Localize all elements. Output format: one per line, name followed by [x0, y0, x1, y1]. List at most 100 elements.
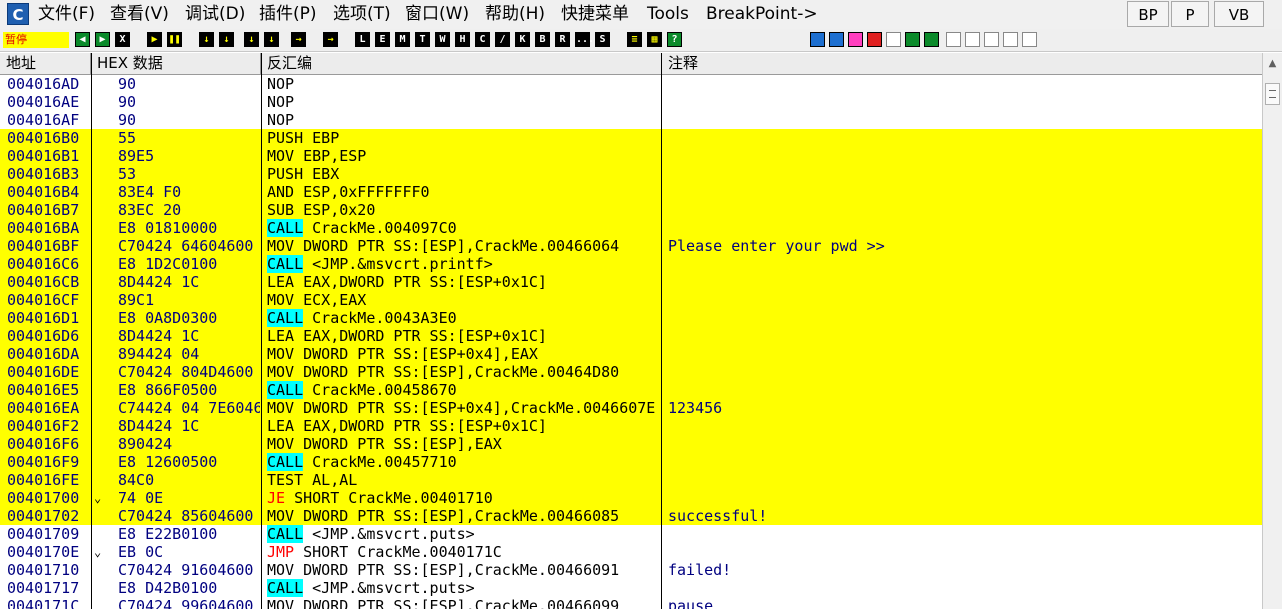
disasm-row[interactable]: 004016EA C74424 04 7E604600 MOV DWORD PTR …: [0, 399, 1262, 417]
references-window-icon[interactable]: R: [555, 32, 570, 47]
disasm-row[interactable]: 004016AF 90 NOP: [0, 111, 1262, 129]
help-icon[interactable]: ?: [667, 32, 682, 47]
menu-plugins[interactable]: 插件(P): [259, 3, 317, 25]
disasm-row[interactable]: 004016B1 89E5 MOV EBP,ESP: [0, 147, 1262, 165]
comment-column-header[interactable]: 注释: [662, 53, 1262, 74]
terminate-icon[interactable]: X: [115, 32, 130, 47]
disasm-row[interactable]: 004016D1 E8 0A8D0300 CALL CrackMe.0043A3E0: [0, 309, 1262, 327]
disasm-row[interactable]: 004016B3 53 PUSH EBX: [0, 165, 1262, 183]
row-comment: [668, 471, 1258, 489]
cpu-window-icon[interactable]: C: [475, 32, 490, 47]
disassembly-pane[interactable]: 004016AD 90 NOP 004016AE 90 NOP 004016AF 90 NOP 0…: [0, 75, 1262, 609]
blank-button-2-icon[interactable]: [965, 32, 980, 47]
disasm-row[interactable]: 004016C6 E8 1D2C0100 CALL <JMP.&msvcrt.pri…: [0, 255, 1262, 273]
disasm-row[interactable]: 004016FE 84C0 TEST AL,AL: [0, 471, 1262, 489]
hex-column-header[interactable]: HEX 数据: [91, 53, 261, 74]
breakpoints-window-icon[interactable]: B: [535, 32, 550, 47]
menu-file[interactable]: 文件(F): [38, 3, 95, 25]
blank-button-4-icon[interactable]: [1003, 32, 1018, 47]
disasm-row[interactable]: 0040170E ⌄ EB 0C JMP SHORT CrackMe.0040171C: [0, 543, 1262, 561]
vertical-scrollbar[interactable]: ▲: [1262, 53, 1282, 609]
disasm-row[interactable]: 00401717 E8 D42B0100 CALL <JMP.&msvcrt.put…: [0, 579, 1262, 597]
restart-icon[interactable]: ◀: [75, 32, 90, 47]
app-icon[interactable]: C: [7, 3, 29, 25]
modules-window-icon[interactable]: E: [375, 32, 390, 47]
close-debug-icon[interactable]: ▶: [95, 32, 110, 47]
blank-button-3-icon[interactable]: [984, 32, 999, 47]
disasm-row[interactable]: 004016B0 55 PUSH EBP: [0, 129, 1262, 147]
ring-plugin-icon[interactable]: [905, 32, 920, 47]
row-disasm: CALL CrackMe.00458670: [267, 381, 659, 399]
disasm-row[interactable]: 0040171C C70424 99604600 MOV DWORD PTR SS:…: [0, 597, 1262, 609]
disasm-row[interactable]: 00401700 ⌄ 74 0E JE SHORT CrackMe.00401710: [0, 489, 1262, 507]
trace-over-icon[interactable]: ↓: [264, 32, 279, 47]
windows-window-icon[interactable]: W: [435, 32, 450, 47]
disasm-row[interactable]: 004016BA E8 01810000 CALL CrackMe.004097C0: [0, 219, 1262, 237]
refresh-plugin-icon[interactable]: [810, 32, 825, 47]
disasm-row[interactable]: 004016F2 8D4424 1C LEA EAX,DWORD PTR SS:[E…: [0, 417, 1262, 435]
row-hex: EB 0C: [118, 543, 164, 561]
trace-into-icon[interactable]: ↓: [244, 32, 259, 47]
target-plugin-icon[interactable]: [886, 32, 901, 47]
memory-window-icon[interactable]: M: [395, 32, 410, 47]
list-icon[interactable]: ≡: [627, 32, 642, 47]
disasm-row[interactable]: 00401702 C70424 85604600 MOV DWORD PTR SS:…: [0, 507, 1262, 525]
patches-window-icon[interactable]: /: [495, 32, 510, 47]
jump-arrow-icon: [94, 507, 106, 525]
menu-window[interactable]: 窗口(W): [405, 3, 469, 25]
disasm-row[interactable]: 004016E5 E8 866F0500 CALL CrackMe.00458670: [0, 381, 1262, 399]
disasm-row[interactable]: 004016AD 90 NOP: [0, 75, 1262, 93]
disasm-row[interactable]: 004016AE 90 NOP: [0, 93, 1262, 111]
disasm-row[interactable]: 00401710 C70424 91604600 MOV DWORD PTR SS:…: [0, 561, 1262, 579]
scroll-thumb[interactable]: [1265, 83, 1280, 105]
vb-button[interactable]: VB: [1214, 1, 1264, 27]
disasm-row[interactable]: 004016B7 83EC 20 SUB ESP,0x20: [0, 201, 1262, 219]
monitor-plugin-icon[interactable]: [924, 32, 939, 47]
log-window-icon[interactable]: L: [355, 32, 370, 47]
pause-icon[interactable]: ❚❚: [167, 32, 182, 47]
menu-view[interactable]: 查看(V): [110, 3, 169, 25]
disasm-row[interactable]: 004016D6 8D4424 1C LEA EAX,DWORD PTR SS:[E…: [0, 327, 1262, 345]
address-column-header[interactable]: 地址: [0, 53, 91, 74]
step-over-icon[interactable]: ↓: [219, 32, 234, 47]
row-disasm: LEA EAX,DWORD PTR SS:[ESP+0x1C]: [267, 417, 659, 435]
source-window-icon[interactable]: S: [595, 32, 610, 47]
blank-button-5-icon[interactable]: [1022, 32, 1037, 47]
row-comment: [668, 345, 1258, 363]
goto-icon[interactable]: →: [323, 32, 338, 47]
disasm-row[interactable]: 004016F9 E8 12600500 CALL CrackMe.00457710: [0, 453, 1262, 471]
grid-icon[interactable]: ▦: [647, 32, 662, 47]
step-into-icon[interactable]: ↓: [199, 32, 214, 47]
disasm-row[interactable]: 004016CB 8D4424 1C LEA EAX,DWORD PTR SS:[E…: [0, 273, 1262, 291]
disasm-row[interactable]: 004016DA 894424 04 MOV DWORD PTR SS:[ESP+0…: [0, 345, 1262, 363]
jump-arrow-icon: [94, 435, 106, 453]
run-icon[interactable]: ▶: [147, 32, 162, 47]
execute-till-return-icon[interactable]: →: [291, 32, 306, 47]
menu-options[interactable]: 选项(T): [333, 3, 391, 25]
menu-tools[interactable]: Tools: [647, 3, 689, 25]
run-trace-icon[interactable]: ...: [575, 32, 594, 47]
menu-breakpoint[interactable]: BreakPoint->: [706, 3, 818, 25]
menu-help[interactable]: 帮助(H): [485, 3, 545, 25]
font-plugin-icon[interactable]: [848, 32, 863, 47]
handles-window-icon[interactable]: H: [455, 32, 470, 47]
disasm-row[interactable]: 004016BF C70424 64604600 MOV DWORD PTR SS:…: [0, 237, 1262, 255]
row-hex: 83E4 F0: [118, 183, 182, 201]
disasm-row[interactable]: 004016CF 89C1 MOV ECX,EAX: [0, 291, 1262, 309]
blank-button-1-icon[interactable]: [946, 32, 961, 47]
bp-button[interactable]: BP: [1127, 1, 1169, 27]
row-address: 004016B4: [7, 183, 80, 201]
disasm-row[interactable]: 004016B4 83E4 F0 AND ESP,0xFFFFFFF0: [0, 183, 1262, 201]
p-button[interactable]: P: [1171, 1, 1209, 27]
menu-debug[interactable]: 调试(D): [185, 3, 245, 25]
threads-window-icon[interactable]: T: [415, 32, 430, 47]
disasm-row[interactable]: 004016DE C70424 804D4600 MOV DWORD PTR SS:…: [0, 363, 1262, 381]
disasm-row[interactable]: 00401709 E8 E22B0100 CALL <JMP.&msvcrt.put…: [0, 525, 1262, 543]
callstack-window-icon[interactable]: K: [515, 32, 530, 47]
disasm-column-header[interactable]: 反汇编: [261, 53, 662, 74]
scroll-up-icon[interactable]: ▲: [1263, 53, 1282, 74]
info-plugin-icon[interactable]: [829, 32, 844, 47]
record-plugin-icon[interactable]: [867, 32, 882, 47]
menu-shortcuts[interactable]: 快捷菜单: [561, 3, 629, 25]
disasm-row[interactable]: 004016F6 890424 MOV DWORD PTR SS:[ESP],EAX: [0, 435, 1262, 453]
